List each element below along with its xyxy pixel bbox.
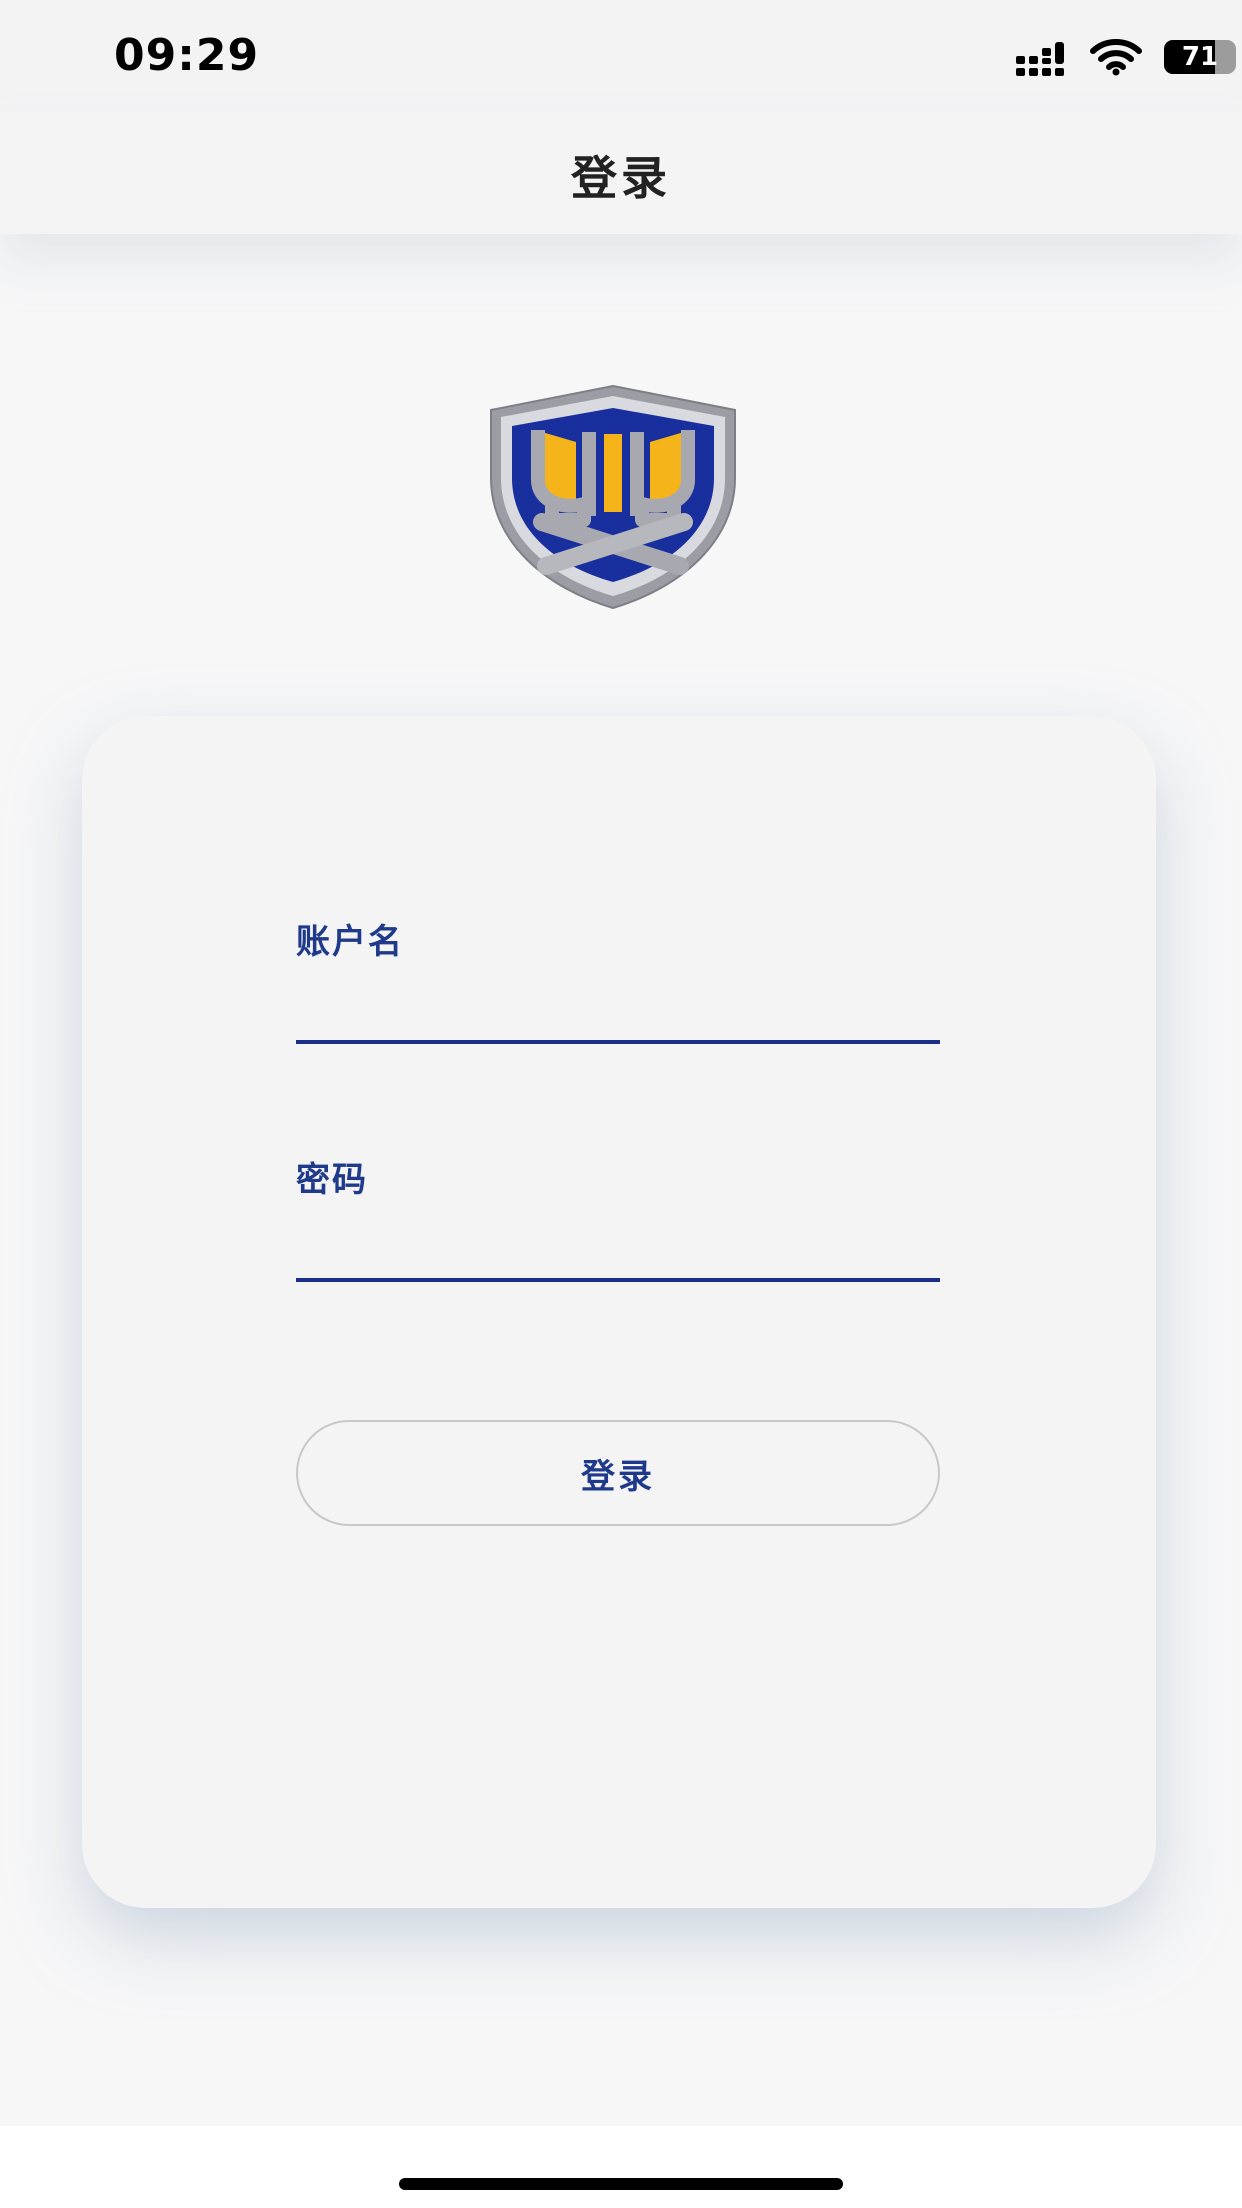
password-underline	[296, 1278, 940, 1282]
status-time: 09:29	[114, 30, 260, 81]
username-underline	[296, 1040, 940, 1044]
bottom-bar	[0, 2126, 1242, 2208]
login-button[interactable]: 登录	[296, 1420, 940, 1526]
page-title: 登录	[571, 151, 671, 205]
wifi-icon	[1090, 39, 1142, 76]
nav-bar: 登录	[0, 112, 1242, 234]
username-label: 账户名	[296, 922, 404, 962]
password-label: 密码	[296, 1160, 368, 1200]
username-input[interactable]	[296, 978, 940, 1038]
signal-icon	[1016, 42, 1064, 76]
status-bar: 09:29 71	[0, 0, 1242, 112]
login-card: 账户名 密码 登录	[82, 716, 1156, 1908]
password-input[interactable]	[296, 1216, 940, 1276]
home-indicator[interactable]	[399, 2178, 843, 2190]
battery-level-text: 71	[1181, 42, 1219, 72]
battery-icon: 71	[1164, 40, 1236, 74]
shield-logo-icon	[490, 384, 736, 610]
